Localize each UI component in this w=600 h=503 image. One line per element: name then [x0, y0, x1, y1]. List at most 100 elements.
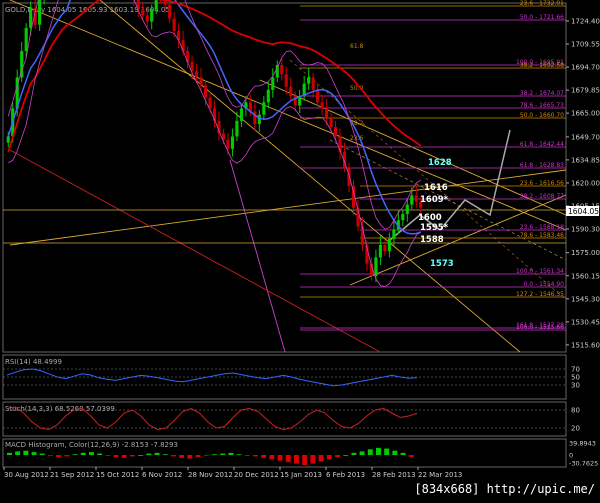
macd-bar [294, 455, 299, 464]
fib-small-label: 61.8 [350, 43, 364, 50]
candle-body [289, 86, 293, 97]
rsi-title: RSI(14) 48.4999 [5, 358, 62, 366]
date-tick-label: 21 Sep 2012 [50, 471, 94, 479]
macd-bar [56, 455, 62, 458]
candle-body [38, 0, 42, 25]
macd-bar [23, 450, 29, 455]
macd-bar [146, 453, 152, 455]
macd-bar [48, 455, 53, 456]
price-tick-label: 1545.30 [571, 295, 600, 303]
candle-body [320, 102, 324, 109]
macd-bar [220, 453, 226, 455]
candle-body [194, 71, 199, 78]
candle-body [316, 89, 320, 103]
macd-bar [7, 452, 12, 455]
candle-body [150, 9, 154, 22]
macd-bar [310, 455, 316, 464]
candle-body [333, 127, 338, 137]
macd-bar [261, 455, 267, 458]
candle-body [154, 0, 158, 10]
last-price-label: 1604.05 [568, 207, 599, 216]
macd-bar [384, 448, 390, 455]
price-axis: 1724.40 1709.55 1694.70 1679.85 1665.00 1649.… [566, 17, 600, 349]
macd-bar [64, 455, 70, 457]
macd-title: MACD Histogram, Color(12,26,9) -2.8153 -… [5, 441, 178, 449]
wave-label: 1616 [424, 183, 448, 193]
price-tick-label: 1560.15 [571, 272, 600, 280]
price-tick-label: 1590.30 [571, 225, 600, 233]
price-tick-label: 1694.70 [571, 64, 600, 72]
candle-body [410, 195, 414, 205]
candle-body [311, 77, 315, 90]
macd-bar [113, 455, 119, 458]
macd-tick-label: 39.8943 [569, 440, 596, 448]
candle-body [168, 4, 172, 19]
candle-body [405, 204, 409, 214]
fib-level-label: 38.2 - 1692.58 [520, 62, 564, 69]
candle-body [226, 139, 230, 149]
fib-level-label: 50.0 - 1660.70 [520, 112, 564, 119]
macd-bar [277, 455, 283, 461]
macd-bar [335, 455, 340, 458]
macd-bar [39, 453, 45, 455]
macd-bar [351, 452, 357, 455]
date-tick-label: 28 Feb 2013 [372, 471, 416, 479]
indicator-tick-label: 30 [571, 382, 580, 390]
macd-bar [97, 453, 103, 455]
price-tick-label: 1709.55 [571, 41, 600, 49]
candle-body [257, 114, 261, 124]
fib-level-label: 50.0 - 1721.66 [520, 14, 564, 21]
candle-body [203, 85, 208, 98]
candle-body [392, 229, 396, 239]
fib-level-label: 61.8 - 1642.44 [520, 141, 564, 148]
date-tick-label: 20 Dec 2012 [234, 471, 279, 479]
candle-body [172, 18, 176, 31]
fib-level-label: 78.6 - 1665.73 [520, 102, 564, 109]
macd-bar [162, 454, 168, 456]
date-tick-label: 15 Oct 2012 [96, 471, 139, 479]
macd-bar [400, 452, 406, 455]
indicator-tick-label: 50 [571, 374, 580, 382]
chart-window: GOLD,Daily 1604.05 1605.93 1603.19 1604.… [0, 0, 600, 499]
date-tick-label: 28 Nov 2012 [188, 471, 233, 479]
fib-level-label: 100.0 - 1561.34 [516, 268, 564, 275]
fib-level-label: 23.6 - 1732.01 [520, 0, 564, 7]
price-tick-label: 1649.70 [571, 133, 600, 141]
candle-body [29, 7, 33, 28]
fib-level-label: 61.8 - 1628.83 [520, 162, 564, 169]
candle-body [387, 238, 391, 252]
candle-body [401, 213, 405, 221]
wave-label: 1628 [428, 158, 452, 168]
macd-bar [154, 452, 160, 455]
macd-bar [195, 455, 201, 458]
candle-body [284, 74, 288, 87]
price-tick-label: 1724.40 [571, 17, 600, 25]
candle-body [374, 257, 378, 276]
candle-body [6, 136, 10, 143]
fib-level-label: 100.0 - 1525.66 [516, 324, 564, 331]
macd-bar [212, 454, 217, 456]
macd-bar [121, 455, 127, 458]
candle-body [181, 40, 185, 52]
candle-body [235, 120, 239, 137]
macd-bar [343, 455, 349, 456]
date-tick-label: 22 Mar 2013 [418, 471, 462, 479]
price-tick-label: 1665.00 [571, 110, 600, 118]
wave-label: 1573 [430, 259, 454, 269]
candle-body [266, 89, 270, 103]
indicator-tick-label: 80 [571, 407, 580, 415]
macd-bar [72, 454, 78, 456]
candle-body [307, 77, 311, 84]
fib-level-label: 23.6 - 1588.18 [520, 224, 564, 231]
wave-label: 1609* [420, 195, 449, 205]
price-tick-label: 1530.45 [571, 318, 600, 326]
wave-label: 1600 [418, 213, 442, 223]
macd-bar [203, 455, 209, 456]
wave-label: 1588 [420, 235, 444, 245]
macd-bar [15, 451, 21, 455]
date-tick-label: 30 Aug 2012 [4, 471, 49, 479]
price-tick-label: 1575.00 [571, 249, 600, 257]
candle-body [141, 9, 145, 16]
candle-body [239, 108, 243, 121]
candle-body [329, 117, 333, 128]
